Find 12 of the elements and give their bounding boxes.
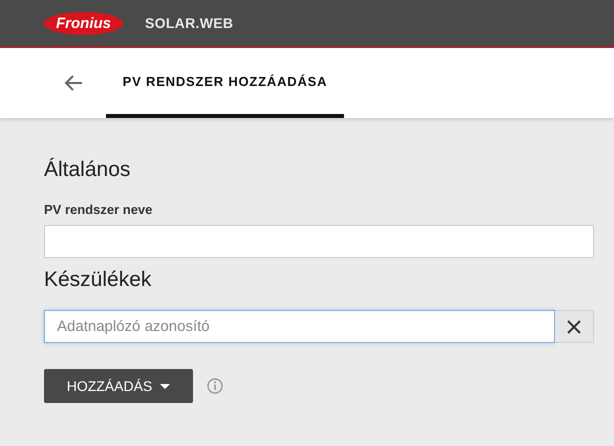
input-field[interactable]: Adatnaplózó azonosító bbox=[44, 310, 555, 343]
back-arrow-icon[interactable] bbox=[64, 73, 84, 93]
logo[interactable]: Fronius bbox=[44, 12, 123, 34]
section-title: Általános bbox=[44, 158, 132, 182]
section-title: Készülékek bbox=[44, 268, 152, 292]
clear-button[interactable] bbox=[555, 310, 594, 343]
input-field[interactable] bbox=[44, 225, 594, 258]
caret-icon bbox=[160, 384, 170, 388]
close-icon bbox=[567, 320, 581, 334]
field-label: PV rendszer neve bbox=[44, 202, 154, 217]
app-name: SOLAR.WEB bbox=[145, 15, 234, 31]
add-button[interactable]: HOZZÁADÁS bbox=[44, 369, 193, 403]
